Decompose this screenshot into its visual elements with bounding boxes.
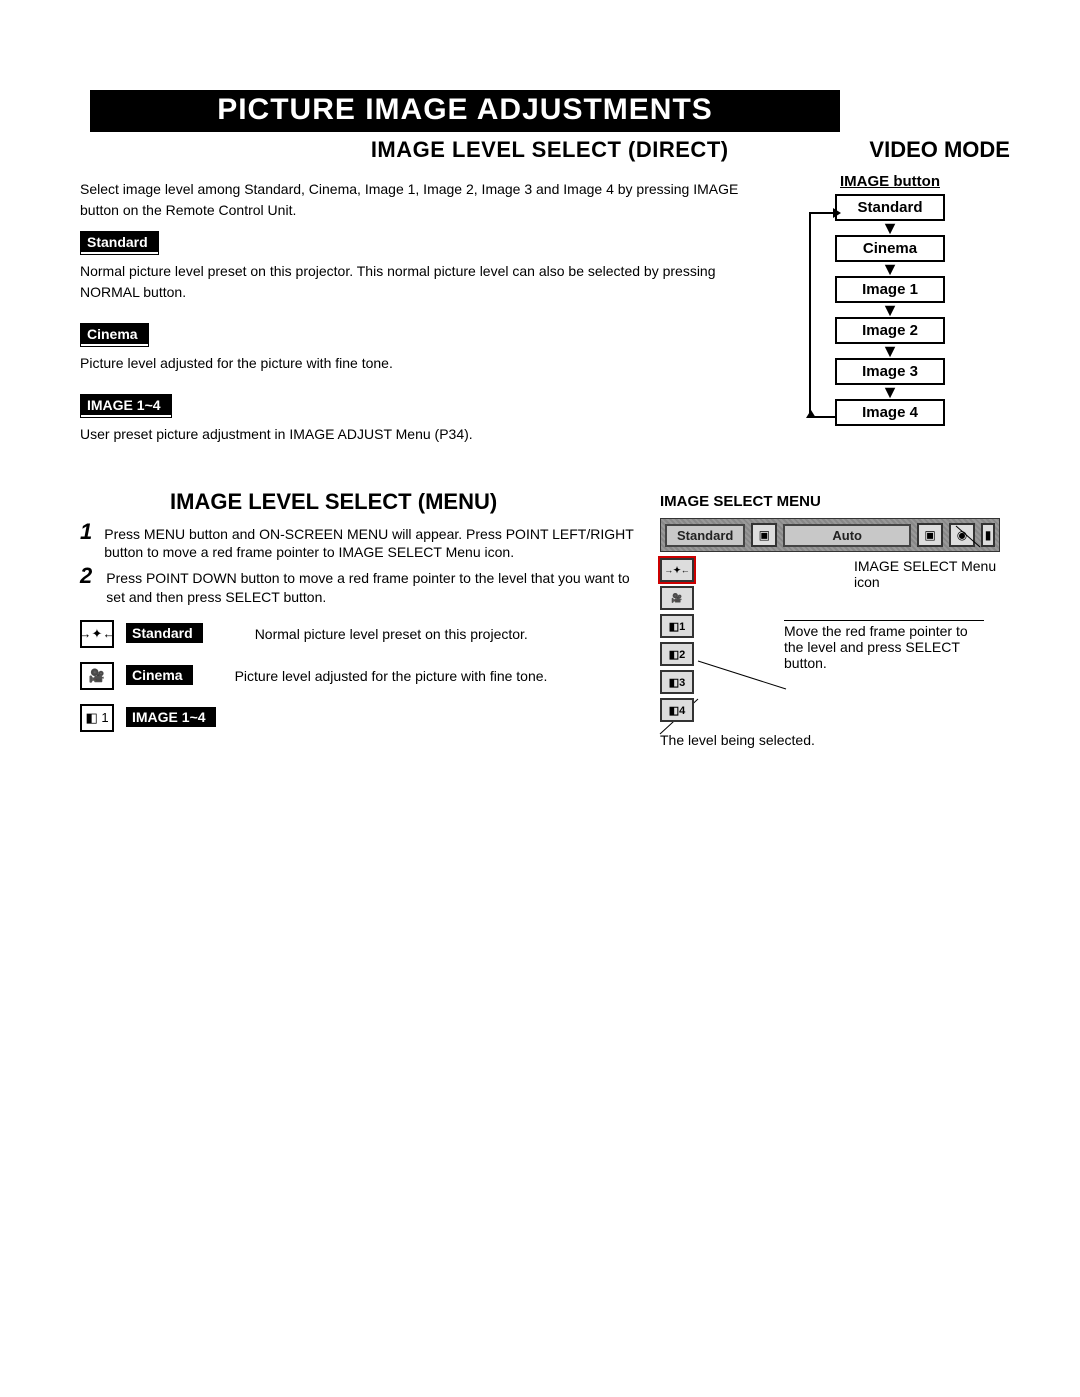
image14-desc: User preset picture adjustment in IMAGE … (80, 424, 740, 445)
standard-text-menu: Normal picture level preset on this proj… (255, 626, 528, 642)
menu-icon-3: ◉ (949, 523, 975, 547)
step-2-text: Press POINT DOWN button to move a red fr… (106, 565, 640, 605)
standard-label: Standard (81, 232, 158, 252)
cinema-label-menu: Cinema (126, 665, 193, 685)
cinema-icon: 🎥 (80, 662, 114, 690)
menu-cell-standard: →✦← (660, 558, 694, 582)
note-red-frame: Move the red frame pointer to the level … (784, 620, 984, 671)
menu-icon-2: ▣ (917, 523, 943, 547)
caption-level-selected: The level being selected. (660, 732, 1020, 748)
note-image-select-icon: IMAGE SELECT Menu icon (854, 558, 1020, 590)
cinema-text-menu: Picture level adjusted for the picture w… (235, 668, 548, 684)
flow-item-image1: Image 1 (835, 276, 945, 303)
down-arrow-icon: ▼ (835, 386, 945, 398)
menu-icon-column: →✦← 🎥 ◧1 ◧2 ◧3 ◧4 (660, 558, 694, 722)
menu-cell-2: ◧2 (660, 642, 694, 666)
intro-text: Select image level among Standard, Cinem… (80, 179, 740, 221)
image14-label-menu: IMAGE 1~4 (126, 707, 216, 727)
menu-cell-1: ◧1 (660, 614, 694, 638)
image14-icon: ◧ 1 (80, 704, 114, 732)
image-select-menu-title: IMAGE SELECT MENU (660, 493, 1020, 510)
menu-cell-3: ◧3 (660, 670, 694, 694)
standard-desc: Normal picture level preset on this proj… (80, 261, 740, 303)
down-arrow-icon: ▼ (835, 222, 945, 234)
flow-item-image4: Image 4 (835, 399, 945, 426)
flow-item-standard: Standard (835, 194, 945, 221)
down-arrow-icon: ▼ (835, 304, 945, 316)
onscreen-menu-bar: Standard ▣ Auto ▣ ◉ ▮ (660, 518, 1000, 552)
flow-header: IMAGE button (760, 173, 1020, 190)
menu-chip-standard: Standard (665, 524, 745, 547)
standard-icon: →✦← (80, 620, 114, 648)
image14-label: IMAGE 1~4 (81, 395, 171, 415)
menu-cell-cinema: 🎥 (660, 586, 694, 610)
cinema-label: Cinema (81, 324, 148, 344)
flow-loop-arrow (809, 212, 835, 418)
menu-chip-auto: Auto (783, 524, 911, 547)
standard-label-menu: Standard (126, 623, 203, 643)
down-arrow-icon: ▼ (835, 345, 945, 357)
menu-icon-1: ▣ (751, 523, 777, 547)
down-arrow-icon: ▼ (835, 263, 945, 275)
flow-item-image2: Image 2 (835, 317, 945, 344)
flow-item-cinema: Cinema (835, 235, 945, 262)
step-1-text: Press MENU button and ON-SCREEN MENU wil… (104, 521, 640, 561)
section-heading-direct: IMAGE LEVEL SELECT (DIRECT) (371, 137, 729, 163)
cinema-desc: Picture level adjusted for the picture w… (80, 353, 740, 374)
step-number-1: 1 (80, 521, 92, 561)
section-heading-menu: IMAGE LEVEL SELECT (MENU) (170, 489, 640, 515)
step-number-2: 2 (80, 565, 94, 605)
page-banner: PICTURE IMAGE ADJUSTMENTS (90, 90, 840, 132)
menu-cell-4: ◧4 (660, 698, 694, 722)
flow-item-image3: Image 3 (835, 358, 945, 385)
video-mode-label: VIDEO MODE (869, 137, 1010, 163)
menu-icon-4: ▮ (981, 523, 995, 547)
